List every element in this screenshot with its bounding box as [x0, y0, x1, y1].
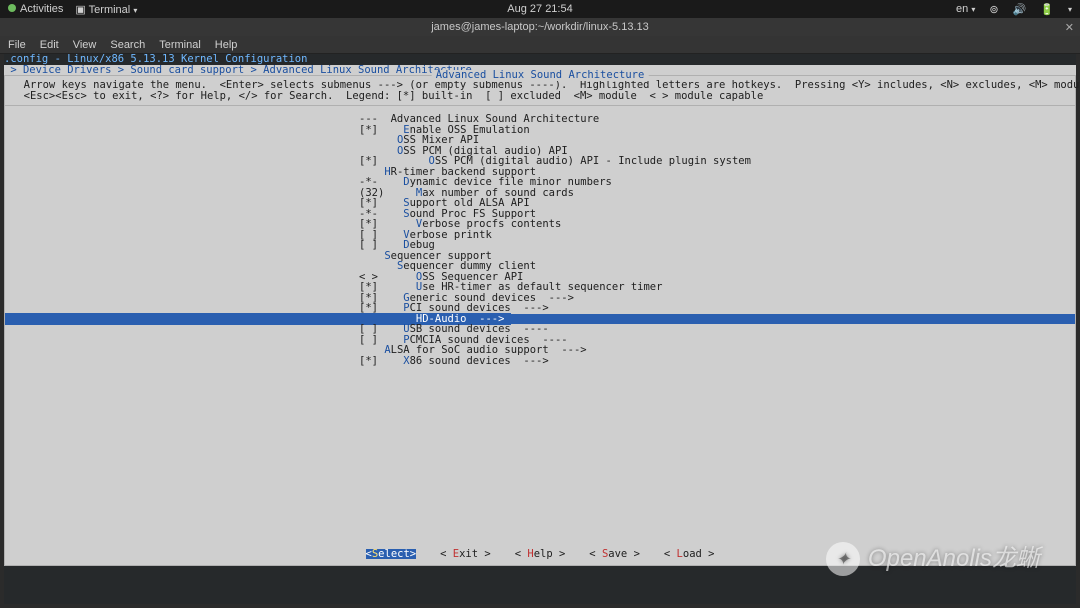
activities-button[interactable]: Activities [8, 3, 63, 15]
help-button[interactable]: < Help > [515, 549, 566, 560]
battery-icon[interactable]: 🔋 [1040, 3, 1054, 16]
panel-title: Advanced Linux Sound Architecture [432, 70, 649, 81]
menu-row-18[interactable]: [*] PCI sound devices ---> [5, 303, 1075, 314]
volume-icon[interactable]: 🔊 [1013, 3, 1027, 16]
menu-row-22[interactable]: ALSA for SoC audio support ---> [5, 345, 1075, 356]
system-menu-icon[interactable]: ▾ [1068, 5, 1072, 14]
menubar-item-view[interactable]: View [73, 39, 97, 51]
watermark: ✦ OpenAnolis龙蜥 [826, 542, 1040, 576]
menu-row-16[interactable]: [*] Use HR-timer as default sequencer ti… [5, 282, 1075, 293]
wechat-icon: ✦ [826, 542, 860, 576]
menu-row-14[interactable]: Sequencer dummy client [5, 261, 1075, 272]
app-indicator[interactable]: ▣ Terminal ▾ [75, 3, 137, 16]
gnome-topbar: Activities ▣ Terminal ▾ Aug 27 21:54 en … [0, 0, 1080, 18]
menu-row-10[interactable]: [*] Verbose procfs contents [5, 219, 1075, 230]
menubar-item-search[interactable]: Search [110, 39, 145, 51]
terminal[interactable]: .config - Linux/x86 5.13.13 Kernel Confi… [4, 54, 1076, 604]
menu-row-6[interactable]: -*- Dynamic device file minor numbers [5, 177, 1075, 188]
app-menubar: File Edit View Search Terminal Help [0, 36, 1080, 54]
menu-row-12[interactable]: [ ] Debug [5, 240, 1075, 251]
menu-row-0[interactable]: --- Advanced Linux Sound Architecture [5, 114, 1075, 125]
select-button[interactable]: <Select> [366, 549, 417, 560]
help-text: Arrow keys navigate the menu. <Enter> se… [5, 78, 1075, 105]
help-box: Advanced Linux Sound Architecture Arrow … [4, 75, 1076, 106]
menu-row-8[interactable]: [*] Support old ALSA API [5, 198, 1075, 209]
menubar-item-edit[interactable]: Edit [40, 39, 59, 51]
network-icon[interactable]: ⊚ [989, 3, 998, 16]
menu-row-4[interactable]: [*] OSS PCM (digital audio) API - Includ… [5, 156, 1075, 167]
window-titlebar: james@james-laptop:~/workdir/linux-5.13.… [0, 18, 1080, 36]
clock[interactable]: Aug 27 21:54 [507, 3, 572, 15]
exit-button[interactable]: < Exit > [440, 549, 491, 560]
window-title: james@james-laptop:~/workdir/linux-5.13.… [431, 21, 649, 33]
load-button[interactable]: < Load > [664, 549, 715, 560]
menu-row-23[interactable]: [*] X86 sound devices ---> [5, 356, 1075, 367]
menubar-item-terminal[interactable]: Terminal [159, 39, 201, 51]
menu-list: --- Advanced Linux Sound Architecture [*… [4, 106, 1076, 566]
menubar-item-help[interactable]: Help [215, 39, 238, 51]
close-icon[interactable]: ✕ [1065, 21, 1074, 34]
lang-indicator[interactable]: en ▾ [956, 3, 975, 15]
menubar-item-file[interactable]: File [8, 39, 26, 51]
menu-row-20[interactable]: [ ] USB sound devices ---- [5, 324, 1075, 335]
config-title: .config - Linux/x86 5.13.13 Kernel Confi… [4, 54, 1076, 65]
save-button[interactable]: < Save > [589, 549, 640, 560]
